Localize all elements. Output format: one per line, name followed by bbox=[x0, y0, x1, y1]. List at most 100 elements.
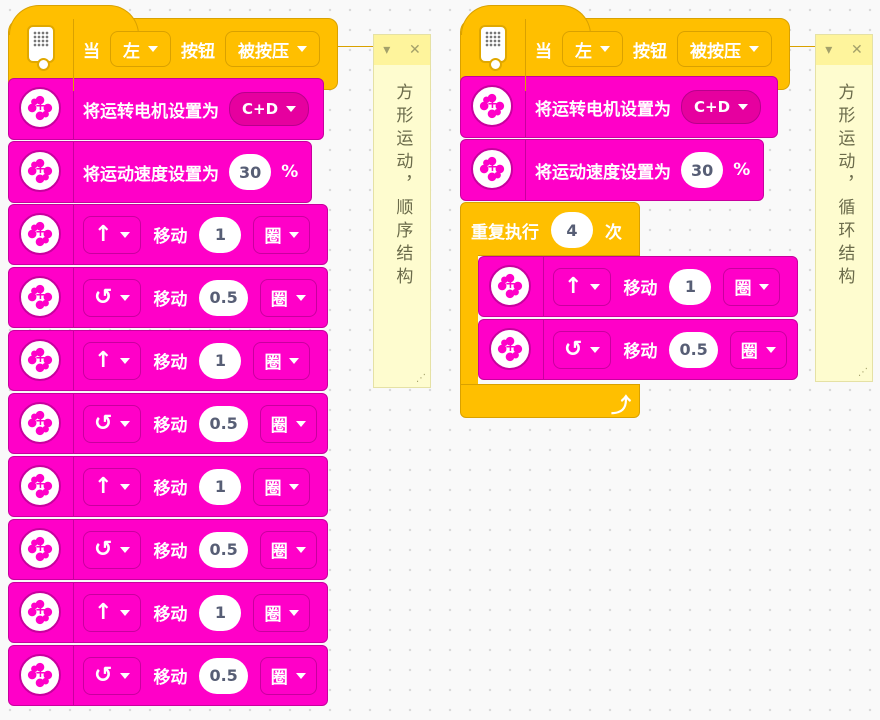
move-block[interactable]: ↑ 移动 1 圈 bbox=[478, 256, 798, 317]
move-block[interactable]: ↑ 移动 1 圈 bbox=[8, 456, 328, 517]
amount-input[interactable]: 0.5 bbox=[199, 531, 248, 568]
chevron-down-icon bbox=[120, 483, 131, 490]
unit-value: 圈 bbox=[740, 342, 758, 362]
right-set-speed-block[interactable]: 将运动速度设置为 30 % bbox=[460, 139, 764, 201]
state-dropdown[interactable]: 被按压 bbox=[677, 31, 772, 67]
motor-icon bbox=[19, 402, 61, 444]
resize-handle-icon[interactable]: ⋰ bbox=[416, 373, 426, 384]
close-icon[interactable]: ✕ bbox=[409, 42, 421, 58]
repeat-count-input[interactable]: 4 bbox=[551, 212, 593, 248]
direction-dropdown[interactable]: ↑ bbox=[83, 467, 142, 506]
chevron-down-icon bbox=[295, 546, 306, 553]
unit-dropdown[interactable]: 圈 bbox=[253, 341, 311, 380]
unit-dropdown[interactable]: 圈 bbox=[253, 215, 311, 254]
move-block[interactable]: ↺ 移动 0.5 圈 bbox=[8, 519, 328, 580]
move-block[interactable]: ↑ 移动 1 圈 bbox=[8, 582, 328, 643]
unit-dropdown[interactable]: 圈 bbox=[259, 656, 317, 695]
chevron-down-icon bbox=[765, 346, 776, 353]
amount-input[interactable]: 1 bbox=[199, 342, 242, 379]
motor-icon-area bbox=[9, 457, 74, 516]
direction-dropdown[interactable]: ↺ bbox=[83, 404, 142, 443]
direction-dropdown[interactable]: ↺ bbox=[83, 530, 142, 569]
right-comment[interactable]: ▾ ✕ 方形运动，循环结构 ⋰ bbox=[815, 34, 873, 382]
ports-dropdown[interactable]: C+D bbox=[229, 92, 310, 126]
side-dropdown[interactable]: 左 bbox=[562, 31, 623, 67]
move-block[interactable]: ↑ 移动 1 圈 bbox=[8, 204, 328, 265]
chevron-down-icon bbox=[295, 294, 306, 301]
hub-icon bbox=[479, 25, 507, 71]
motor-icon-area bbox=[9, 646, 74, 705]
amount-input[interactable]: 1 bbox=[199, 594, 242, 631]
motor-icon bbox=[489, 265, 531, 307]
direction-dropdown[interactable]: ↺ bbox=[83, 278, 142, 317]
direction-icon: ↑ bbox=[564, 273, 583, 299]
speed-unit: % bbox=[733, 160, 751, 180]
direction-dropdown[interactable]: ↑ bbox=[83, 593, 142, 632]
move-label: 移动 bbox=[623, 342, 658, 362]
speed-input[interactable]: 30 bbox=[229, 154, 272, 190]
motor-icon-area bbox=[9, 142, 74, 202]
move-label: 移动 bbox=[153, 416, 188, 436]
chevron-down-icon bbox=[289, 483, 300, 490]
unit-dropdown[interactable]: 圈 bbox=[723, 267, 781, 306]
unit-value: 圈 bbox=[264, 479, 282, 499]
close-icon[interactable]: ✕ bbox=[851, 42, 863, 58]
amount-input[interactable]: 0.5 bbox=[199, 405, 248, 442]
hub-icon-area bbox=[461, 19, 526, 91]
direction-icon: ↺ bbox=[564, 336, 583, 362]
move-block[interactable]: ↑ 移动 1 圈 bbox=[8, 330, 328, 391]
motor-icon bbox=[471, 85, 513, 127]
side-value: 左 bbox=[575, 41, 592, 62]
chevron-down-icon bbox=[738, 104, 749, 110]
direction-dropdown[interactable]: ↺ bbox=[83, 656, 142, 695]
amount-input[interactable]: 0.5 bbox=[199, 279, 248, 316]
amount-input[interactable]: 0.5 bbox=[669, 331, 718, 368]
direction-dropdown[interactable]: ↑ bbox=[83, 215, 142, 254]
code-canvas[interactable]: 当 左 按钮 被按压 将运转电机设置为 C+D 将运动速度设置为 30 % ↑ 移… bbox=[0, 0, 880, 720]
unit-dropdown[interactable]: 圈 bbox=[259, 404, 317, 443]
motor-icon bbox=[471, 148, 513, 190]
speed-input[interactable]: 30 bbox=[681, 152, 724, 188]
direction-dropdown[interactable]: ↺ bbox=[553, 330, 612, 369]
unit-dropdown[interactable]: 圈 bbox=[259, 278, 317, 317]
hub-icon bbox=[27, 25, 55, 71]
repeat-block[interactable]: 重复执行 4 次 bbox=[460, 202, 640, 256]
direction-icon: ↺ bbox=[94, 662, 113, 688]
move-block[interactable]: ↺ 移动 0.5 圈 bbox=[8, 393, 328, 454]
amount-input[interactable]: 0.5 bbox=[199, 657, 248, 694]
motor-icon-area bbox=[9, 205, 74, 264]
amount-input[interactable]: 1 bbox=[669, 268, 712, 305]
left-comment[interactable]: ▾ ✕ 方形运动，顺序结构 ⋰ bbox=[373, 34, 431, 388]
chevron-down-icon bbox=[120, 546, 131, 553]
unit-dropdown[interactable]: 圈 bbox=[729, 330, 787, 369]
resize-handle-icon[interactable]: ⋰ bbox=[858, 367, 868, 378]
state-dropdown[interactable]: 被按压 bbox=[225, 31, 320, 67]
side-dropdown[interactable]: 左 bbox=[110, 31, 171, 67]
motor-icon-area bbox=[9, 583, 74, 642]
move-block[interactable]: ↺ 移动 0.5 圈 bbox=[478, 319, 798, 380]
comment-text[interactable]: 方形运动，循环结构 bbox=[834, 83, 854, 290]
chevron-down-icon bbox=[120, 609, 131, 616]
chevron-down-icon bbox=[749, 46, 759, 52]
ports-dropdown[interactable]: C+D bbox=[681, 90, 762, 124]
unit-dropdown[interactable]: 圈 bbox=[253, 467, 311, 506]
move-block[interactable]: ↺ 移动 0.5 圈 bbox=[8, 267, 328, 328]
chevron-down-icon bbox=[289, 357, 300, 364]
move-block[interactable]: ↺ 移动 0.5 圈 bbox=[8, 645, 328, 706]
chevron-down-icon bbox=[759, 283, 770, 290]
move-label: 移动 bbox=[153, 227, 188, 247]
chevron-down-icon bbox=[120, 420, 131, 427]
left-set-speed-block[interactable]: 将运动速度设置为 30 % bbox=[8, 141, 312, 203]
unit-dropdown[interactable]: 圈 bbox=[253, 593, 311, 632]
amount-input[interactable]: 1 bbox=[199, 216, 242, 253]
repeat-footer: ⤴ bbox=[460, 384, 640, 418]
chevron-down-icon bbox=[148, 46, 158, 52]
collapse-icon[interactable]: ▾ bbox=[383, 42, 390, 58]
direction-dropdown[interactable]: ↑ bbox=[83, 341, 142, 380]
collapse-icon[interactable]: ▾ bbox=[825, 42, 832, 58]
comment-text[interactable]: 方形运动，顺序结构 bbox=[392, 83, 412, 290]
amount-input[interactable]: 1 bbox=[199, 468, 242, 505]
unit-dropdown[interactable]: 圈 bbox=[259, 530, 317, 569]
comment-header: ▾ ✕ bbox=[374, 35, 430, 65]
direction-dropdown[interactable]: ↑ bbox=[553, 267, 612, 306]
